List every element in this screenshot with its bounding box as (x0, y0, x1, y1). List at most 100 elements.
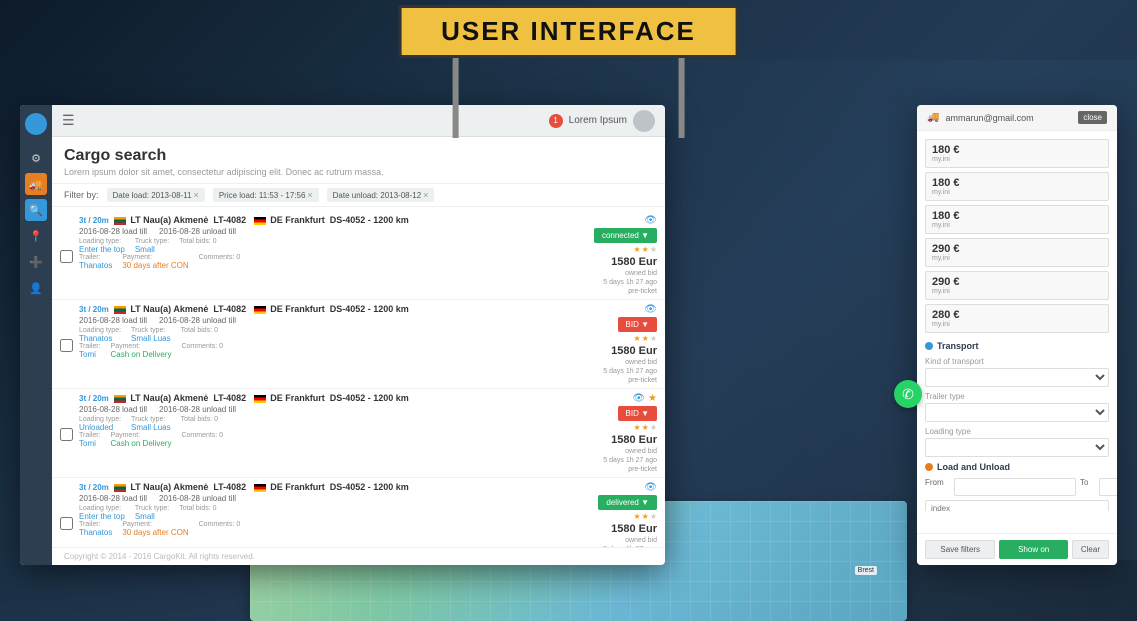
sign-pole-right (679, 58, 685, 138)
sidebar-logo[interactable] (25, 113, 47, 135)
filter-close-date-load[interactable]: × (194, 190, 199, 200)
to-date-input[interactable] (1099, 478, 1117, 496)
price-box-6: 280 € my.ini (925, 304, 1109, 333)
cargo-dates-3: 2016-08-28 load till 2016-08-28 unload t… (79, 405, 561, 414)
stars-2: ★★★ (633, 334, 657, 343)
cargo-icons-3: 👁 ★ (632, 393, 657, 404)
row-checkbox-1[interactable] (60, 215, 73, 295)
stars-3: ★★★ (633, 423, 657, 432)
load-unload-section-header: Load and Unload (925, 462, 1109, 472)
eye-icon-2[interactable]: 👁 (644, 304, 657, 315)
filter-close-date-unload[interactable]: × (423, 190, 428, 200)
filter-close-price[interactable]: × (307, 190, 312, 200)
price-sub-2: owned bid (625, 359, 657, 366)
eye-icon-4[interactable]: 👁 (644, 482, 657, 493)
whatsapp-button[interactable]: ✆ (894, 380, 922, 408)
sign-pole-left (453, 58, 459, 138)
header-title-area: ☰ (62, 112, 75, 129)
loading-type-2: Loading type: Thanatos (79, 327, 121, 343)
save-filters-button[interactable]: Save filters (925, 540, 995, 559)
transport-type-select[interactable] (925, 368, 1109, 387)
loading-type-label: Loading type (925, 427, 1109, 436)
trailer-1: Trailer: Thanatos (79, 254, 112, 270)
table-row: 3t / 20m LT Nau(a) Akmenė LT-4082 DE Fra… (52, 478, 665, 547)
clear-button[interactable]: Clear (1072, 540, 1109, 559)
sidebar-icon-map[interactable]: 📍 (25, 225, 47, 247)
connected-btn-1[interactable]: connected ▼ (594, 228, 657, 243)
cargo-icons-2: 👁 (644, 304, 657, 315)
star-fav-3[interactable]: ★ (648, 393, 657, 404)
sidebar-icon-search[interactable]: 🔍 (25, 199, 47, 221)
from-date-input[interactable] (954, 478, 1076, 496)
price-box-1: 180 € my.ini (925, 139, 1109, 168)
app-footer: Copyright © 2014 - 2016 CargoKit. All ri… (52, 547, 665, 565)
cargo-details-2: Loading type: Thanatos Truck type: Small… (79, 327, 561, 343)
price-per-1: pre-ticket (628, 288, 657, 295)
row-checkbox-3[interactable] (60, 393, 73, 473)
price-list: 180 € my.ini 180 € my.ini 180 € my.ini (925, 139, 1109, 337)
loading-type-select[interactable] (925, 438, 1109, 457)
cargo-details-4b: Trailer: Thanatos Payment: 30 days after… (79, 521, 561, 537)
payment-4: Payment: 30 days after CON (122, 521, 188, 537)
bids-ago-2: 5 days 1h 27 ago (603, 368, 657, 375)
cargo-dates-2: 2016-08-28 load till 2016-08-28 unload t… (79, 316, 561, 325)
flag-de-1 (254, 217, 266, 225)
index-input[interactable] (925, 500, 1109, 511)
price-box-3: 180 € my.ini (925, 205, 1109, 234)
row-checkbox-4[interactable] (60, 482, 73, 547)
filter-bar: Filter by: Date load: 2013-08-11 × Price… (52, 184, 665, 207)
filter-tag-price[interactable]: Price load: 11:53 - 17:56 × (213, 188, 319, 202)
price-box-2: 180 € my.ini (925, 172, 1109, 201)
total-bids-2: Total bids: 0 (181, 327, 218, 343)
sidebar-icon-user[interactable]: 👤 (25, 277, 47, 299)
cargo-details-1b: Trailer: Thanatos Payment: 30 days after… (79, 254, 561, 270)
row-checkbox-2[interactable] (60, 304, 73, 384)
price-sub-3: owned bid (625, 448, 657, 455)
main-content: ☰ 1 Lorem Ipsum Cargo search Lorem ipsum… (52, 105, 665, 565)
comments-4: Comments: 0 (199, 521, 241, 537)
bids-ago-1: 5 days 1h 27 ago (603, 279, 657, 286)
load-unload-dot (925, 463, 933, 471)
transport-section-header: Transport (925, 341, 1109, 351)
sidebar-icon-truck[interactable]: 🚚 (25, 173, 47, 195)
transport-type-group: Kind of transport (925, 357, 1109, 387)
right-panel-footer: Save filters Show on Clear (917, 533, 1117, 565)
from-label: From (925, 478, 950, 496)
panel-close-btn[interactable]: close (1078, 111, 1107, 124)
delivered-btn-4[interactable]: delivered ▼ (598, 495, 657, 510)
cargo-icons-1: 👁 (644, 215, 657, 226)
flag-de-4 (254, 484, 266, 492)
flag-lt-3 (114, 395, 126, 403)
bids-ago-3: 5 days 1h 27 ago (603, 457, 657, 464)
page-title: Cargo search (64, 147, 653, 165)
price-2: 1580 Eur (611, 345, 657, 357)
filter-tag-date-unload[interactable]: Date unload: 2013-08-12 × (327, 188, 435, 202)
right-panel: 🚚 ammarun@gmail.com close 180 € my.ini 1… (917, 105, 1117, 565)
sidebar-icon-add[interactable]: ➕ (25, 251, 47, 273)
transport-type-label: Kind of transport (925, 357, 1109, 366)
right-panel-body: 180 € my.ini 180 € my.ini 180 € my.ini (917, 131, 1117, 511)
price-sub-4: owned bid (625, 537, 657, 544)
trailer-type-select[interactable] (925, 403, 1109, 422)
cargo-details-3: Loading type: Unloaded Truck type: Small… (79, 416, 561, 432)
cargo-route-2: 3t / 20m LT Nau(a) Akmenė LT-4082 DE Fra… (79, 304, 561, 314)
sidebar-icon-home[interactable]: ⚙ (25, 147, 47, 169)
table-row: 3t / 20m LT Nau(a) Akmenė LT-4082 DE Fra… (52, 389, 665, 478)
bid-btn-2[interactable]: BID ▼ (618, 317, 657, 332)
sign-board: USER INTERFACE (398, 5, 739, 58)
filter-tag-date-load[interactable]: Date load: 2013-08-11 × (107, 188, 205, 202)
show-on-button[interactable]: Show on (999, 540, 1067, 559)
table-row: 3t / 20m LT Nau(a) Akmenė LT-4082 DE Fra… (52, 300, 665, 389)
bid-btn-3[interactable]: BID ▼ (618, 406, 657, 421)
results-area[interactable]: 3t / 20m LT Nau(a) Akmenė LT-4082 DE Fra… (52, 207, 665, 547)
cargo-main-2: 3t / 20m LT Nau(a) Akmenė LT-4082 DE Fra… (79, 304, 561, 384)
price-list-area: 180 € my.ini 180 € my.ini 180 € my.ini (925, 139, 1109, 337)
truck-type-4: Truck type: Small (135, 505, 169, 521)
eye-icon-3[interactable]: 👁 (632, 393, 645, 404)
eye-icon-1[interactable]: 👁 (644, 215, 657, 226)
panel-truck-icon: 🚚 (927, 112, 939, 123)
from-date-row: From To 📅 (925, 478, 1109, 496)
cargo-dates-4: 2016-08-28 load till 2016-08-28 unload t… (79, 494, 561, 503)
price-per-2: pre-ticket (628, 377, 657, 384)
trailer-4: Trailer: Thanatos (79, 521, 112, 537)
